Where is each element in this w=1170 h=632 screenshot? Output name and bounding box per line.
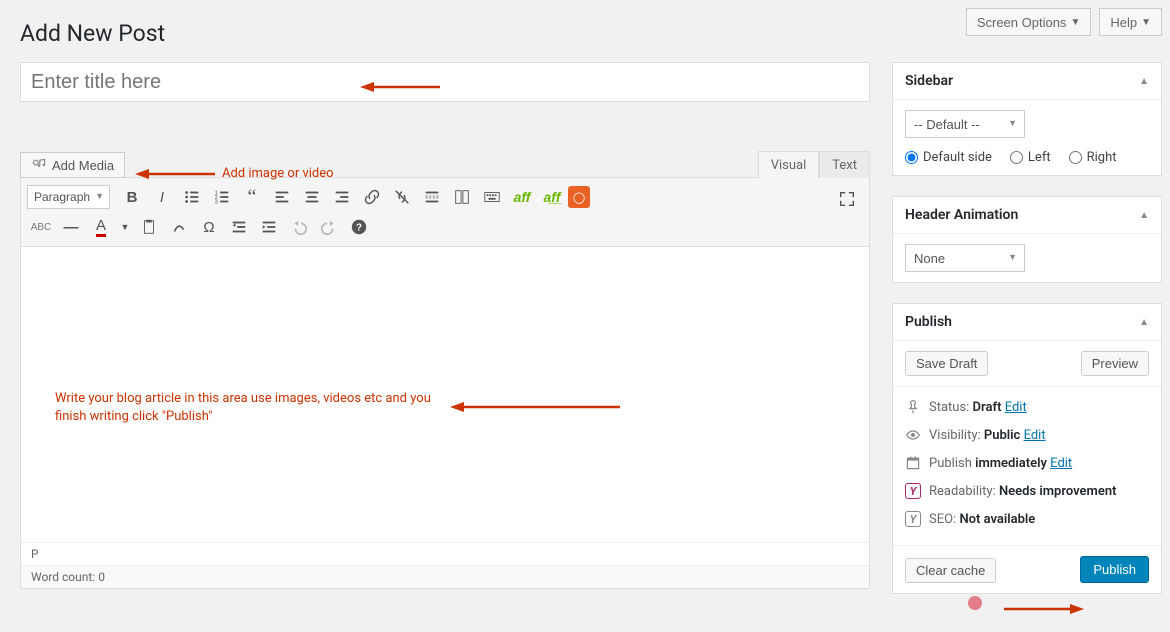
screen-options-label: Screen Options [977, 15, 1067, 30]
svg-text:?: ? [356, 223, 362, 234]
help-icon-button[interactable]: ? [345, 214, 373, 240]
redo-button[interactable] [315, 214, 343, 240]
outdent-button[interactable] [225, 214, 253, 240]
status-row: Status: Draft Edit [905, 393, 1149, 421]
chevron-down-icon: ▼ [1070, 17, 1080, 28]
header-anim-toggle[interactable]: Header Animation▲ [893, 197, 1161, 234]
quote-button[interactable]: “ [238, 184, 266, 210]
chevron-down-icon: ▼ [1141, 17, 1151, 28]
header-anim-select[interactable]: None [905, 244, 1025, 272]
page-title: Add New Post [20, 20, 165, 47]
visibility-row: Visibility: Public Edit [905, 421, 1149, 449]
eye-icon [905, 427, 921, 443]
edit-status-link[interactable]: Edit [1005, 400, 1027, 415]
yoast-icon: Y [905, 483, 921, 499]
element-path: P [21, 542, 869, 565]
edit-schedule-link[interactable]: Edit [1050, 456, 1072, 471]
align-center-button[interactable] [298, 184, 326, 210]
special-char-button[interactable]: Ω [195, 214, 223, 240]
aff-alt-button[interactable]: af̲f̲ [538, 184, 566, 210]
link-button[interactable] [358, 184, 386, 210]
italic-button[interactable]: I [148, 184, 176, 210]
save-draft-button[interactable]: Save Draft [905, 351, 988, 376]
calendar-icon [905, 455, 921, 471]
screen-options-button[interactable]: Screen Options▼ [966, 8, 1092, 36]
sidebar-select[interactable]: -- Default -- [905, 110, 1025, 138]
radio-right[interactable]: Right [1069, 150, 1117, 165]
hr-button[interactable]: — [57, 214, 85, 240]
readability-row: Y Readability: Needs improvement [905, 477, 1149, 505]
publish-metabox: Publish▲ Save Draft Preview Status: Draf… [892, 303, 1162, 594]
chevron-up-icon: ▲ [1139, 210, 1149, 221]
camera-music-icon [31, 157, 47, 173]
sidebar-metabox: Sidebar▲ -- Default -- Default side Left… [892, 62, 1162, 176]
undo-button[interactable] [285, 214, 313, 240]
pin-icon [905, 399, 921, 415]
radio-default-side[interactable]: Default side [905, 150, 992, 165]
instagram-icon-button[interactable]: ◯ [568, 186, 590, 208]
edit-visibility-link[interactable]: Edit [1024, 428, 1046, 443]
seo-row: Y SEO: Not available [905, 505, 1149, 533]
word-count: Word count: 0 [21, 565, 869, 588]
schedule-row: Publish immediately Edit [905, 449, 1149, 477]
bold-button[interactable]: B [118, 184, 146, 210]
format-select[interactable]: Paragraph [27, 185, 110, 209]
editor-content-area[interactable] [21, 247, 869, 542]
yoast-icon-gray: Y [905, 511, 921, 527]
tab-text[interactable]: Text [819, 151, 870, 180]
aff-button[interactable]: aff [508, 184, 536, 210]
align-left-button[interactable] [268, 184, 296, 210]
align-right-button[interactable] [328, 184, 356, 210]
paste-text-button[interactable] [135, 214, 163, 240]
bullet-list-button[interactable] [178, 184, 206, 210]
keyboard-button[interactable] [478, 184, 506, 210]
chevron-up-icon: ▲ [1139, 76, 1149, 87]
preview-button[interactable]: Preview [1081, 351, 1149, 376]
help-button[interactable]: Help ▼ [1099, 8, 1162, 36]
tab-visual[interactable]: Visual [758, 151, 820, 180]
clear-cache-button[interactable]: Clear cache [905, 558, 996, 583]
add-media-label: Add Media [52, 158, 114, 173]
unlink-button[interactable] [388, 184, 416, 210]
clear-format-button[interactable] [165, 214, 193, 240]
radio-left[interactable]: Left [1010, 150, 1051, 165]
help-label: Help [1110, 15, 1137, 30]
strikethrough-button[interactable]: ABC [27, 214, 55, 240]
sidebar-box-toggle[interactable]: Sidebar▲ [893, 63, 1161, 100]
text-color-dropdown[interactable]: ▼ [117, 214, 133, 240]
page-break-button[interactable] [448, 184, 476, 210]
text-color-button[interactable]: A [87, 214, 115, 240]
indent-button[interactable] [255, 214, 283, 240]
svg-text:3: 3 [215, 199, 218, 205]
number-list-button[interactable]: 123 [208, 184, 236, 210]
chevron-up-icon: ▲ [1139, 317, 1149, 328]
publish-box-toggle[interactable]: Publish▲ [893, 304, 1161, 341]
post-title-input[interactable] [20, 62, 870, 102]
fullscreen-button[interactable] [833, 186, 861, 212]
read-more-button[interactable] [418, 184, 446, 210]
publish-button[interactable]: Publish [1080, 556, 1149, 583]
header-animation-metabox: Header Animation▲ None [892, 196, 1162, 283]
add-media-button[interactable]: Add Media [20, 152, 125, 178]
